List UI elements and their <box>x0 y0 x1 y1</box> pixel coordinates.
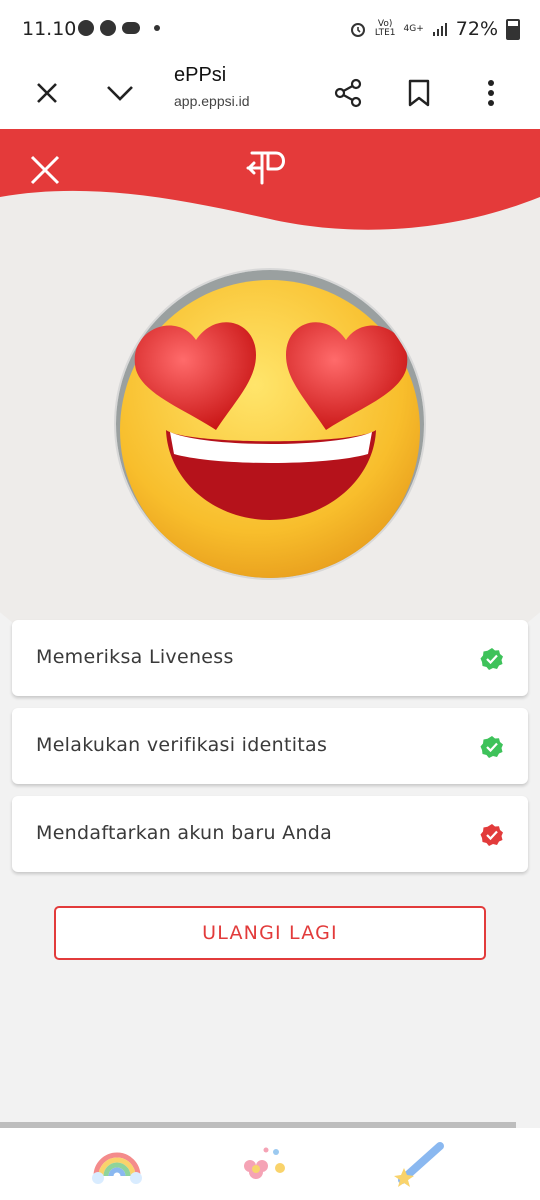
cloud-icon <box>122 22 140 34</box>
step-label: Melakukan verifikasi identitas <box>36 734 328 756</box>
alarm-icon <box>350 23 365 37</box>
minimize-button[interactable] <box>97 70 143 116</box>
browser-toolbar: ePPsi app.eppsi.id <box>0 60 540 131</box>
shooting-star-icon[interactable] <box>392 1138 446 1192</box>
selfie-photo <box>116 270 424 578</box>
bottom-navigation <box>0 1128 540 1200</box>
error-badge-icon <box>480 824 503 846</box>
bookmark-button[interactable] <box>396 70 442 116</box>
flowers-icon[interactable] <box>240 1138 294 1192</box>
eppsi-logo <box>246 151 285 185</box>
step-label: Memeriksa Liveness <box>36 646 234 668</box>
notification-icons <box>78 20 160 36</box>
close-tab-button[interactable] <box>24 70 70 116</box>
page-url[interactable]: app.eppsi.id <box>174 93 250 109</box>
chat-icon <box>100 20 116 36</box>
step-identity-card: Melakukan verifikasi identitas <box>12 708 528 784</box>
share-button[interactable] <box>325 70 371 116</box>
header-wave <box>0 129 540 230</box>
close-icon <box>37 83 57 103</box>
share-icon <box>334 78 362 108</box>
page-title: ePPsi <box>174 64 227 86</box>
chevron-down-icon <box>107 86 133 101</box>
step-register-card: Mendaftarkan akun baru Anda <box>12 796 528 872</box>
signal-icon <box>432 23 447 36</box>
step-label: Mendaftarkan akun baru Anda <box>36 822 333 844</box>
status-time: 11.10 <box>22 18 77 40</box>
bookmark-icon <box>408 79 430 107</box>
step-liveness-card: Memeriksa Liveness <box>12 620 528 696</box>
heart-eyes-emoji <box>116 270 424 578</box>
check-badge-icon <box>480 648 503 670</box>
network-indicator: Vo) LTE1 <box>374 19 396 38</box>
retry-button[interactable]: ULANGI LAGI <box>54 906 486 960</box>
app-close-button[interactable] <box>22 147 68 193</box>
close-icon <box>30 155 60 185</box>
battery-percent: 72% <box>455 18 498 40</box>
pinterest-icon <box>78 20 94 36</box>
network-type: 4G+ <box>403 23 424 34</box>
status-right: Vo) LTE1 4G+ 72% <box>349 18 520 40</box>
check-badge-icon <box>480 736 503 758</box>
rainbow-icon[interactable] <box>90 1138 144 1192</box>
more-options-button[interactable] <box>468 70 514 116</box>
battery-icon <box>506 18 520 40</box>
status-bar: 11.10 Vo) LTE1 4G+ 72% <box>0 0 540 60</box>
app-header <box>0 129 540 249</box>
more-vert-icon <box>488 80 494 106</box>
more-notifications-dot <box>154 25 160 31</box>
